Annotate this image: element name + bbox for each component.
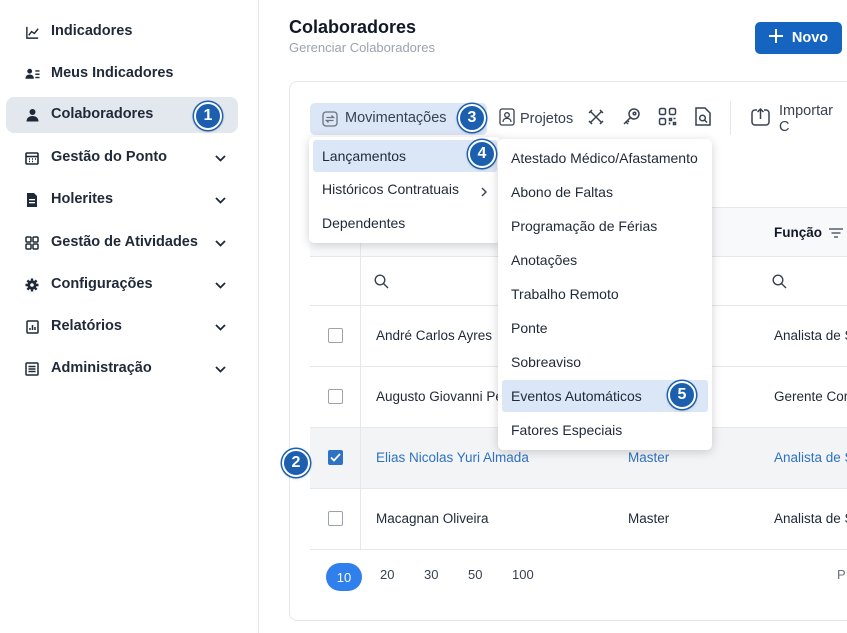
admin-icon: [24, 361, 40, 377]
step-badge: 3: [458, 104, 486, 132]
report-icon: [24, 319, 40, 335]
sidebar-item-label: Meus Indicadores: [51, 65, 174, 81]
employee-role: Analista de S: [774, 328, 847, 343]
menu-item-historicos-contratuais[interactable]: Históricos Contratuais: [313, 173, 497, 205]
column-header-funcao[interactable]: Função: [774, 225, 822, 240]
sidebar-item-administracao[interactable]: Administração: [6, 351, 238, 387]
employee-level: Master: [628, 450, 670, 465]
page-title: Colaboradores: [289, 17, 417, 37]
row-checkbox[interactable]: [328, 328, 343, 343]
step-badge: 2: [282, 449, 310, 477]
submenu-item-abono-faltas[interactable]: Abono de Faltas: [502, 176, 708, 208]
new-button[interactable]: Novo: [755, 22, 842, 54]
employee-name[interactable]: André Carlos Ayres: [376, 328, 492, 343]
gear-icon: [24, 277, 40, 293]
sidebar-item-gestao-do-ponto[interactable]: Gestão do Ponto: [6, 140, 238, 176]
user-list-icon: [24, 66, 40, 82]
chevron-down-icon: [215, 319, 227, 335]
qrcode-button[interactable]: [658, 107, 677, 131]
row-checkbox[interactable]: [328, 389, 343, 404]
chevron-down-icon: [215, 192, 227, 208]
step-badge: 4: [468, 140, 496, 168]
badge-person-icon: [499, 107, 515, 131]
sidebar-item-relatorios[interactable]: Relatórios: [6, 309, 238, 345]
sidebar: Indicadores Meus Indicadores Colaborador…: [0, 0, 259, 633]
calendar-icon: [24, 150, 40, 166]
chevron-right-icon: [481, 184, 487, 200]
search-icon[interactable]: [772, 274, 787, 294]
document-search-button[interactable]: [695, 107, 711, 131]
page-subtitle: Gerenciar Colaboradores: [289, 40, 435, 55]
qrcode-icon: [658, 107, 677, 131]
sidebar-item-label: Holerites: [51, 191, 114, 207]
search-icon[interactable]: [374, 274, 389, 294]
sidebar-item-meus-indicadores[interactable]: Meus Indicadores: [6, 56, 238, 92]
sidebar-item-label: Configurações: [51, 276, 153, 292]
chevron-down-icon: [215, 235, 227, 251]
employee-role: Analista de S: [774, 511, 847, 526]
step-badge: 1: [194, 102, 222, 130]
page-size-30[interactable]: 30: [424, 567, 438, 587]
document-search-icon: [695, 107, 711, 131]
sidebar-item-label: Indicadores: [51, 23, 133, 39]
filter-lines-icon[interactable]: [829, 226, 843, 244]
sidebar-item-configuracoes[interactable]: Configurações: [6, 267, 238, 303]
employee-name[interactable]: Macagnan Oliveira: [376, 511, 489, 526]
importar-button[interactable]: Importar C: [751, 103, 847, 135]
submenu-item-sobreaviso[interactable]: Sobreaviso: [502, 346, 708, 378]
check-icon: [330, 453, 341, 462]
submenu-item-atestado[interactable]: Atestado Médico/Afastamento: [502, 142, 708, 174]
importar-label: Importar C: [779, 103, 833, 135]
chart-line-icon: [24, 24, 40, 40]
chevron-down-icon: [215, 150, 227, 166]
projetos-label: Projetos: [520, 111, 574, 127]
submenu-item-trabalho-remoto[interactable]: Trabalho Remoto: [502, 278, 708, 310]
submenu-item-programacao-ferias[interactable]: Programação de Férias: [502, 210, 708, 242]
projetos-button[interactable]: Projetos: [499, 107, 574, 131]
sidebar-item-holerites[interactable]: Holerites: [6, 182, 238, 218]
sidebar-item-label: Colaboradores: [51, 106, 154, 122]
page-size-100[interactable]: 100: [512, 567, 534, 587]
sidebar-item-label: Gestão de Atividades: [51, 234, 198, 250]
sidebar-item-label: Relatórios: [51, 318, 122, 334]
page-size-50[interactable]: 50: [468, 567, 482, 587]
chevron-down-icon: [215, 361, 227, 377]
document-icon: [24, 192, 40, 208]
new-button-label: Novo: [791, 30, 829, 46]
column-divider: [360, 207, 361, 550]
page-size-10[interactable]: 10: [326, 563, 362, 591]
row-checkbox[interactable]: [328, 450, 343, 465]
tools-icon: [587, 108, 605, 131]
page-size-20[interactable]: 20: [380, 567, 394, 587]
sidebar-item-label: Administração: [51, 360, 152, 376]
menu-item-dependentes[interactable]: Dependentes: [313, 207, 497, 239]
key-button[interactable]: [622, 108, 641, 130]
plus-icon: [768, 29, 783, 47]
upload-icon: [751, 107, 770, 131]
tools-button[interactable]: [587, 108, 605, 130]
movimentacoes-label: Movimentações: [345, 110, 447, 126]
employee-role: Gerente Cor: [774, 389, 847, 404]
grid-icon: [24, 235, 40, 251]
user-icon: [24, 107, 40, 123]
employee-name[interactable]: Elias Nicolas Yuri Almada: [376, 450, 529, 465]
employee-role: Analista de S: [774, 450, 847, 465]
employee-name[interactable]: Augusto Giovanni Pe: [376, 389, 503, 404]
submenu-item-fatores-especiais[interactable]: Fatores Especiais: [502, 414, 708, 446]
row-checkbox[interactable]: [328, 511, 343, 526]
sidebar-item-label: Gestão do Ponto: [51, 149, 167, 165]
chevron-down-icon: [215, 277, 227, 293]
employee-level: Master: [628, 511, 670, 526]
sidebar-item-gestao-de-atividades[interactable]: Gestão de Atividades: [6, 225, 238, 261]
pagination-info: P: [837, 567, 846, 582]
table-row[interactable]: Macagnan Oliveira Master Analista de S: [310, 489, 847, 550]
transfer-icon: [322, 111, 338, 132]
submenu-item-anotacoes[interactable]: Anotações: [502, 244, 708, 276]
toolbar-divider: [730, 101, 731, 135]
step-badge: 5: [668, 381, 696, 409]
key-icon: [622, 107, 641, 131]
submenu-item-ponte[interactable]: Ponte: [502, 312, 708, 344]
sidebar-item-indicadores[interactable]: Indicadores: [6, 14, 238, 50]
